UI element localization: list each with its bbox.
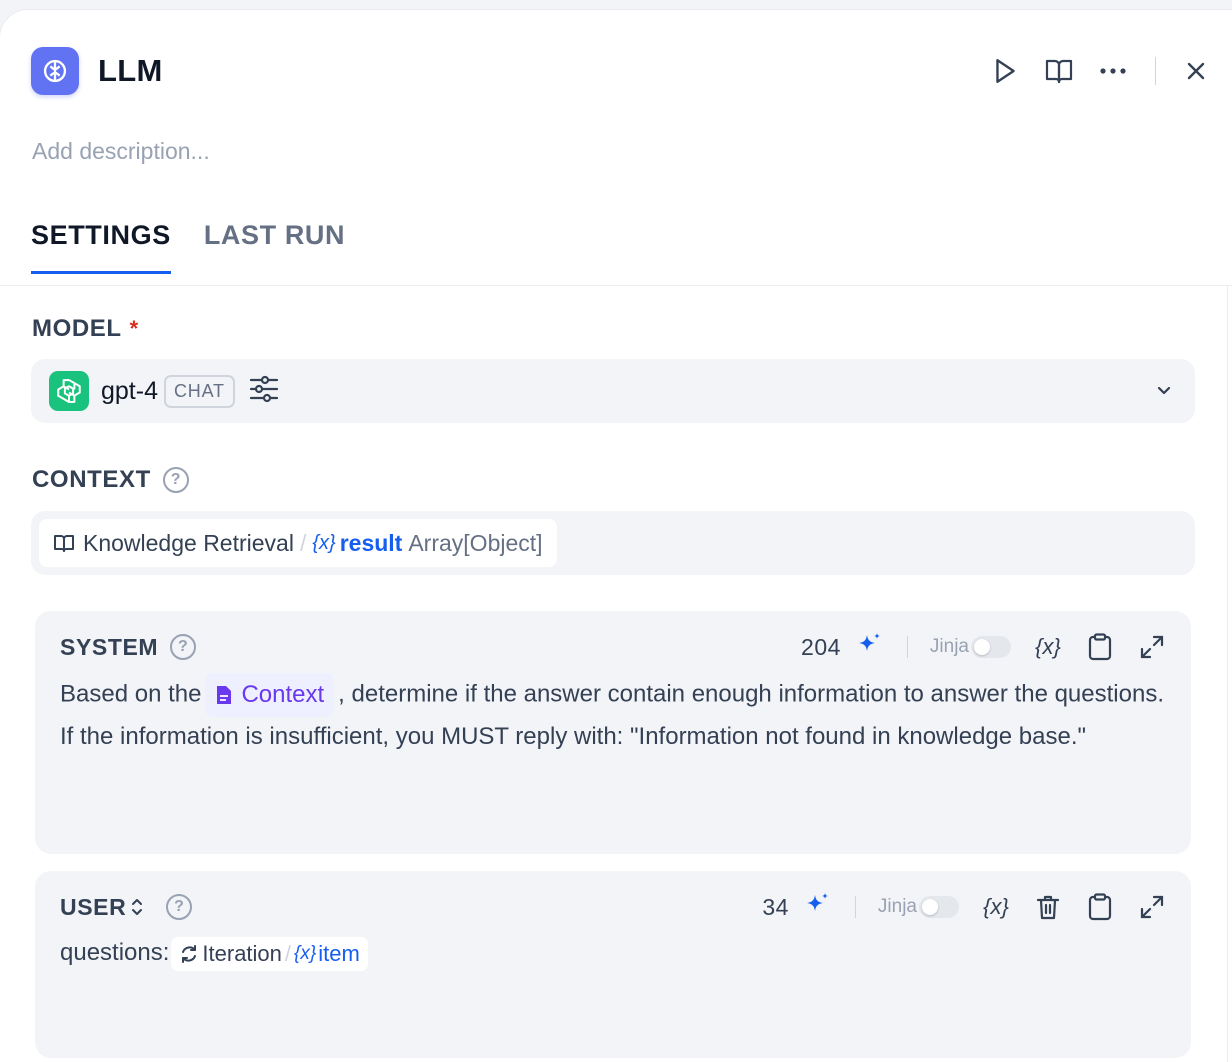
context-pill[interactable]: Context [205, 673, 335, 717]
expand-button[interactable] [1137, 632, 1167, 662]
brain-icon [31, 47, 79, 95]
description-input[interactable]: Add description... [32, 138, 210, 165]
close-icon [1187, 62, 1205, 80]
model-selector[interactable]: gpt-4 CHAT [31, 359, 1195, 423]
jinja-toggle[interactable] [919, 896, 959, 918]
variable-icon: {x} [312, 531, 336, 554]
tools-divider [906, 636, 908, 658]
help-icon[interactable]: ? [162, 467, 189, 493]
context-variable-name: result [339, 529, 403, 556]
user-role-text: USER [60, 893, 127, 920]
play-icon [996, 59, 1015, 83]
iteration-variable-chip[interactable]: Iteration / {x} item [171, 936, 368, 971]
context-separator: / [299, 529, 307, 556]
copy-button[interactable] [1085, 892, 1115, 922]
variable-icon: {x} [294, 942, 317, 964]
help-icon[interactable]: ? [170, 634, 197, 660]
expand-icon [1140, 895, 1164, 919]
system-role-label: SYSTEM ? [60, 633, 197, 661]
tabs-divider [0, 285, 1232, 286]
more-icon [1100, 68, 1126, 74]
model-name: gpt-4 [101, 376, 158, 405]
required-mark: * [129, 316, 139, 341]
expand-button[interactable] [1137, 892, 1167, 922]
run-button[interactable] [985, 51, 1025, 91]
tab-settings[interactable]: SETTINGS [31, 220, 171, 274]
book-open-icon [1045, 59, 1073, 84]
iteration-variable-name: item [318, 940, 360, 966]
node-title[interactable]: LLM [98, 53, 163, 89]
system-prompt-text[interactable]: Based on the Context , determine if the an… [60, 673, 1167, 757]
context-section-label: CONTEXT ? [32, 466, 189, 494]
jinja-label: Jinja [877, 896, 917, 917]
prompt-text-segment: questions: [60, 939, 170, 966]
close-button[interactable] [1176, 51, 1216, 91]
copy-icon [1088, 893, 1112, 921]
tools-divider [854, 896, 856, 918]
user-prompt-text[interactable]: questions: Iteration / {x} item [60, 933, 1167, 973]
jinja-toggle[interactable] [971, 636, 1011, 658]
expand-icon [1140, 635, 1164, 659]
chevron-down-icon [1155, 381, 1173, 404]
copy-button[interactable] [1085, 632, 1115, 662]
sort-icon [132, 899, 143, 915]
system-prompt-tools: 204 Jinja {x} [801, 631, 1167, 663]
system-prompt-header: SYSTEM ? 204 Jinja {x} [60, 631, 1167, 663]
delete-button[interactable] [1033, 892, 1063, 922]
sliders-icon [249, 375, 278, 402]
trash-icon [1036, 895, 1060, 920]
insert-variable-button[interactable]: {x} [981, 892, 1011, 922]
user-prompt-editor: USER ? 34 Jinja {x} questions: Iteration… [35, 871, 1191, 1058]
iteration-node-name: Iteration [202, 940, 282, 966]
node-panel: LLM Add description... SETTINGS LAST RUN… [0, 10, 1232, 1062]
help-icon[interactable]: ? [166, 894, 193, 920]
tab-last-run[interactable]: LAST RUN [204, 220, 345, 274]
user-prompt-tools: 34 Jinja {x} [762, 891, 1167, 923]
model-section-label: MODEL * [32, 315, 139, 343]
insert-variable-button[interactable]: {x} [1033, 632, 1063, 662]
context-variable-type: Array[Object] [408, 529, 543, 556]
model-params-button[interactable] [249, 375, 279, 408]
panel-header: LLM [31, 46, 1232, 96]
user-role-selector[interactable]: USER ? [60, 893, 193, 921]
tab-bar: SETTINGS LAST RUN [31, 220, 378, 274]
loop-icon [182, 944, 197, 963]
prompt-text-segment: Based on the [60, 680, 202, 708]
context-pill-label: Context [241, 681, 325, 708]
token-count: 204 [801, 633, 841, 660]
header-divider [1155, 57, 1156, 85]
context-selector[interactable]: Knowledge Retrieval / {x} result Array[O… [31, 511, 1195, 575]
prompt-text-segment: , determine if the answer contain enough… [338, 680, 1164, 708]
docs-button[interactable] [1039, 51, 1079, 91]
panel-edge [1227, 286, 1228, 1062]
token-count: 34 [762, 893, 789, 920]
system-role-text: SYSTEM [60, 633, 159, 660]
openai-icon [49, 371, 89, 411]
context-source-node: Knowledge Retrieval [83, 529, 294, 556]
document-icon [217, 686, 232, 704]
system-prompt-editor: SYSTEM ? 204 Jinja {x} Based on the Cont… [35, 611, 1191, 854]
header-actions [971, 46, 1216, 96]
user-prompt-header: USER ? 34 Jinja {x} [60, 891, 1167, 923]
sparkle-icon[interactable] [855, 631, 883, 664]
iteration-separator: / [284, 940, 292, 966]
copy-icon [1088, 633, 1112, 661]
more-button[interactable] [1093, 51, 1133, 91]
sparkle-icon[interactable] [803, 891, 831, 924]
model-mode-badge: CHAT [163, 374, 235, 408]
context-variable-chip[interactable]: Knowledge Retrieval / {x} result Array[O… [39, 519, 557, 567]
prompt-text-segment: If the information is insufficient, you … [60, 723, 1087, 750]
book-icon [54, 535, 74, 552]
jinja-label: Jinja [929, 636, 969, 657]
context-label: CONTEXT [32, 466, 151, 493]
model-label: MODEL [32, 315, 122, 342]
